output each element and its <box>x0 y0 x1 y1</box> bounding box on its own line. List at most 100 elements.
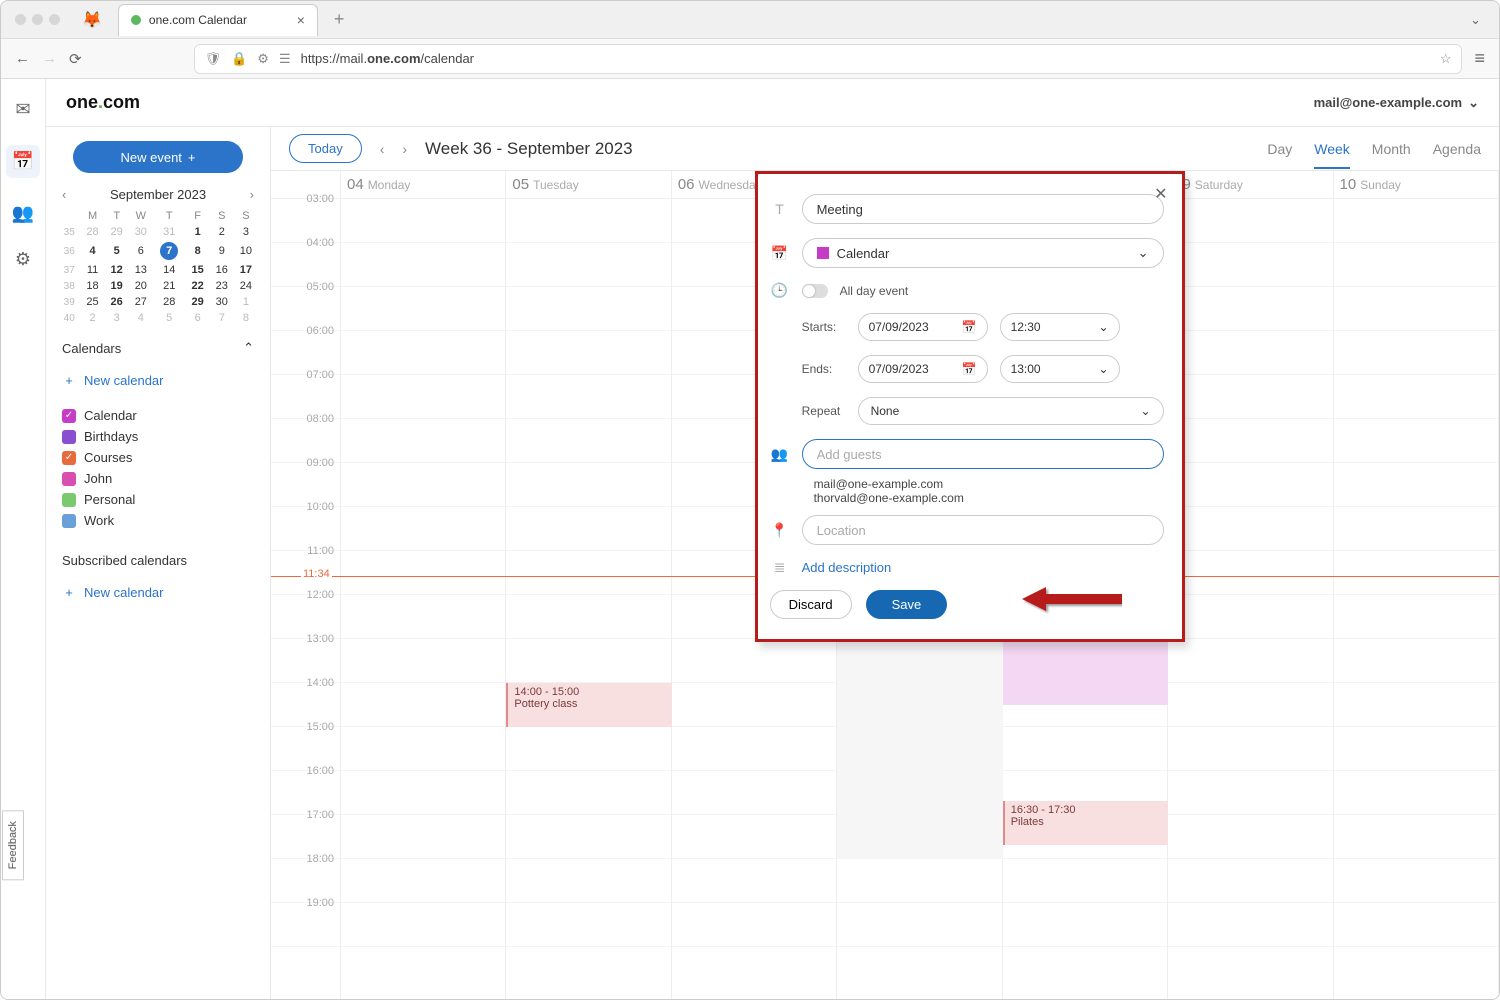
address-bar[interactable]: 🛡 🔒 ⚙ ☰ https://mail.one.com/calendar ☆ <box>194 44 1463 74</box>
mini-cal-day[interactable]: 3 <box>234 224 258 240</box>
prev-month-icon[interactable]: ‹ <box>62 187 66 202</box>
view-agenda[interactable]: Agenda <box>1433 141 1481 157</box>
view-day[interactable]: Day <box>1267 141 1292 157</box>
mini-cal-day[interactable]: 8 <box>234 310 258 326</box>
mini-cal-day[interactable]: 2 <box>80 310 104 326</box>
next-month-icon[interactable]: › <box>250 187 254 202</box>
mini-cal-day[interactable]: 27 <box>129 294 153 310</box>
mini-cal-day[interactable]: 4 <box>80 240 104 262</box>
mini-cal-day[interactable]: 12 <box>105 262 129 278</box>
mini-cal-day[interactable]: 29 <box>105 224 129 240</box>
mini-cal-day[interactable]: 2 <box>210 224 234 240</box>
add-description-link[interactable]: Add description <box>802 560 892 575</box>
back-icon[interactable]: ← <box>15 50 30 67</box>
discard-button[interactable]: Discard <box>770 590 852 619</box>
calendar-event-pottery[interactable]: 14:00 - 15:00 Pottery class <box>506 683 671 727</box>
mini-cal-day[interactable]: 14 <box>153 262 186 278</box>
mini-cal-day[interactable]: 1 <box>186 224 210 240</box>
calendar-checkbox[interactable]: ✓ <box>62 409 76 423</box>
save-button[interactable]: Save <box>866 590 948 619</box>
prev-week-icon[interactable]: ‹ <box>380 141 385 157</box>
mini-cal-day[interactable]: 22 <box>186 278 210 294</box>
mini-cal-day[interactable]: 10 <box>234 240 258 262</box>
hamburger-icon[interactable]: ≡ <box>1474 48 1485 69</box>
reload-icon[interactable]: ⟳ <box>69 50 82 68</box>
mini-cal-day[interactable]: 6 <box>186 310 210 326</box>
mini-cal-day[interactable]: 9 <box>210 240 234 262</box>
calendar-icon[interactable]: 📅 <box>6 145 40 178</box>
next-week-icon[interactable]: › <box>402 141 407 157</box>
day-column[interactable]: 10Sunday <box>1334 171 1499 999</box>
calendar-list-item[interactable]: ✓ Courses <box>58 447 258 468</box>
mini-cal-day[interactable]: 19 <box>105 278 129 294</box>
browser-tab[interactable]: one.com Calendar × <box>118 4 318 36</box>
mini-cal-day[interactable]: 13 <box>129 262 153 278</box>
repeat-select[interactable]: None⌄ <box>858 397 1164 425</box>
tabs-dropdown-icon[interactable]: ⌄ <box>1452 12 1499 28</box>
mini-cal-day[interactable]: 16 <box>210 262 234 278</box>
mini-cal-day[interactable]: 4 <box>129 310 153 326</box>
mini-cal-day[interactable]: 28 <box>80 224 104 240</box>
close-modal-icon[interactable]: ✕ <box>1154 184 1167 204</box>
calendar-list-item[interactable]: Work <box>58 510 258 531</box>
mini-cal-day[interactable]: 7 <box>210 310 234 326</box>
end-time-select[interactable]: 13:00⌄ <box>1000 355 1120 383</box>
close-tab-icon[interactable]: × <box>297 12 305 28</box>
mini-cal-day[interactable]: 8 <box>186 240 210 262</box>
start-date-input[interactable]: 07/09/2023📅 <box>858 313 988 341</box>
view-month[interactable]: Month <box>1372 141 1411 157</box>
calendar-checkbox[interactable] <box>62 430 76 444</box>
location-input[interactable] <box>802 515 1164 545</box>
mini-cal-day[interactable]: 20 <box>129 278 153 294</box>
day-column[interactable]: 04Monday <box>341 171 506 999</box>
mini-cal-day[interactable]: 7 <box>153 240 186 262</box>
calendar-checkbox[interactable] <box>62 493 76 507</box>
settings-icon[interactable]: ⚙ <box>15 249 31 270</box>
calendar-checkbox[interactable]: ✓ <box>62 451 76 465</box>
mini-cal-day[interactable]: 30 <box>129 224 153 240</box>
mini-cal-day[interactable]: 5 <box>153 310 186 326</box>
mini-cal-day[interactable]: 23 <box>210 278 234 294</box>
calendar-select[interactable]: Calendar ⌄ <box>802 238 1164 268</box>
mini-cal-day[interactable]: 5 <box>105 240 129 262</box>
calendar-checkbox[interactable] <box>62 472 76 486</box>
mini-cal-day[interactable]: 24 <box>234 278 258 294</box>
event-title-input[interactable] <box>802 194 1164 224</box>
add-guests-input[interactable] <box>802 439 1164 469</box>
mini-cal-day[interactable]: 3 <box>105 310 129 326</box>
calendar-list-item[interactable]: ✓ Calendar <box>58 405 258 426</box>
new-calendar-link[interactable]: +New calendar <box>58 370 258 391</box>
mini-cal-day[interactable]: 6 <box>129 240 153 262</box>
mail-icon[interactable]: ✉ <box>15 99 30 120</box>
contacts-icon[interactable]: 👥 <box>12 203 34 224</box>
collapse-icon[interactable]: ⌃ <box>243 340 254 356</box>
window-controls[interactable] <box>1 14 74 25</box>
mini-cal-day[interactable]: 17 <box>234 262 258 278</box>
mini-cal-day[interactable]: 30 <box>210 294 234 310</box>
new-event-button[interactable]: New event + <box>73 141 243 173</box>
day-column[interactable]: 05Tuesday <box>506 171 671 999</box>
view-week[interactable]: Week <box>1314 141 1350 169</box>
mini-cal-day[interactable]: 1 <box>234 294 258 310</box>
mini-cal-day[interactable]: 28 <box>153 294 186 310</box>
bookmark-icon[interactable]: ☆ <box>1440 51 1452 67</box>
mini-cal-day[interactable]: 26 <box>105 294 129 310</box>
feedback-tab[interactable]: Feedback <box>2 810 24 880</box>
mini-cal-day[interactable]: 29 <box>186 294 210 310</box>
calendar-checkbox[interactable] <box>62 514 76 528</box>
new-subscribed-calendar-link[interactable]: +New calendar <box>58 582 258 603</box>
calendar-list-item[interactable]: Birthdays <box>58 426 258 447</box>
guest-email[interactable]: mail@one-example.com <box>770 477 1164 491</box>
all-day-toggle[interactable] <box>802 284 828 298</box>
account-menu[interactable]: mail@one-example.com⌄ <box>1314 95 1479 111</box>
day-column[interactable]: 09Saturday <box>1168 171 1333 999</box>
guest-email[interactable]: thorvald@one-example.com <box>770 491 1164 505</box>
mini-cal-day[interactable]: 18 <box>80 278 104 294</box>
calendar-list-item[interactable]: John <box>58 468 258 489</box>
mini-cal-day[interactable]: 25 <box>80 294 104 310</box>
today-button[interactable]: Today <box>289 134 362 163</box>
calendar-event-pilates[interactable]: 16:30 - 17:30 Pilates <box>1003 801 1168 845</box>
mini-cal-day[interactable]: 21 <box>153 278 186 294</box>
mini-cal-day[interactable]: 15 <box>186 262 210 278</box>
forward-icon[interactable]: → <box>42 50 57 67</box>
